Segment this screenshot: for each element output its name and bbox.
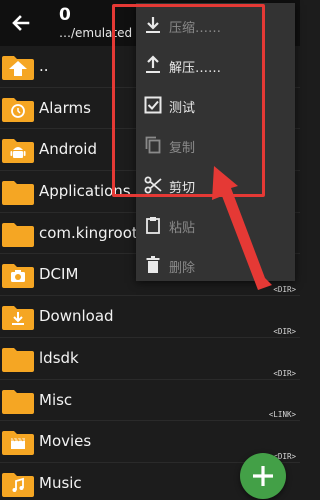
item-name: DCIM [39,265,79,284]
add-button[interactable] [240,453,286,499]
menu-item-cut[interactable]: 剪切 [136,165,295,205]
menu-item-label: 压缩…… [169,21,222,36]
folder-icon [2,181,34,206]
item-name: Android [39,140,97,159]
item-tag: <LINK> [268,410,296,420]
download-folder-icon [2,306,34,331]
menu-item-extract[interactable]: 解压…… [136,45,295,85]
music-folder-icon [2,472,34,497]
menu-item-copy[interactable]: 复制 [136,125,295,165]
item-name: Alarms [39,98,91,117]
item-name: ldsdk [39,348,79,367]
list-item-misc[interactable]: Misc <LINK> [0,380,300,422]
folder-icon [2,389,34,414]
list-item-ldsdk[interactable]: ldsdk <DIR> [0,338,300,380]
page-title: 0 [59,5,71,25]
item-name: .. [39,57,49,75]
trash-icon [146,256,160,273]
item-name: Music [39,473,82,492]
download-icon [146,17,160,33]
context-menu: 压缩…… 解压…… 测试 复制 剪切 粘贴 删除 [136,3,295,281]
folder-icon [2,347,34,372]
item-name: Movies [39,432,92,451]
clipboard-icon [146,217,160,234]
item-name: Download [39,307,114,326]
list-item-download[interactable]: Download <DIR> [0,296,300,338]
copy-icon [145,136,161,154]
item-name: Applications [39,182,131,201]
up-folder-icon [2,56,34,80]
menu-item-label: 解压…… [169,61,222,76]
menu-item-label: 复制 [169,141,196,156]
menu-item-test[interactable]: 测试 [136,85,295,125]
item-tag: <DIR> [273,326,296,336]
camera-folder-icon [2,264,34,289]
item-name: com.kingroot.k [39,223,152,242]
folder-icon [2,222,34,247]
menu-item-label: 粘贴 [169,221,196,236]
item-tag: <DIR> [273,368,296,378]
android-folder-icon [2,139,34,164]
alarm-folder-icon [2,97,34,122]
scissors-icon [144,176,162,194]
movie-folder-icon [2,431,34,456]
menu-item-label: 测试 [169,101,196,116]
item-tag: <DIR> [273,285,296,295]
menu-item-paste[interactable]: 粘贴 [136,205,295,245]
item-name: Misc [39,390,73,409]
checkbox-icon [144,96,162,114]
menu-item-label: 剪切 [169,181,196,196]
plus-icon [253,466,273,486]
menu-item-delete[interactable]: 删除 [136,245,295,285]
menu-item-label: 删除 [169,261,196,276]
back-arrow-icon[interactable] [6,8,36,38]
upload-icon [146,55,160,73]
menu-item-compress[interactable]: 压缩…… [136,5,295,45]
current-path: …/emulated [59,26,133,40]
